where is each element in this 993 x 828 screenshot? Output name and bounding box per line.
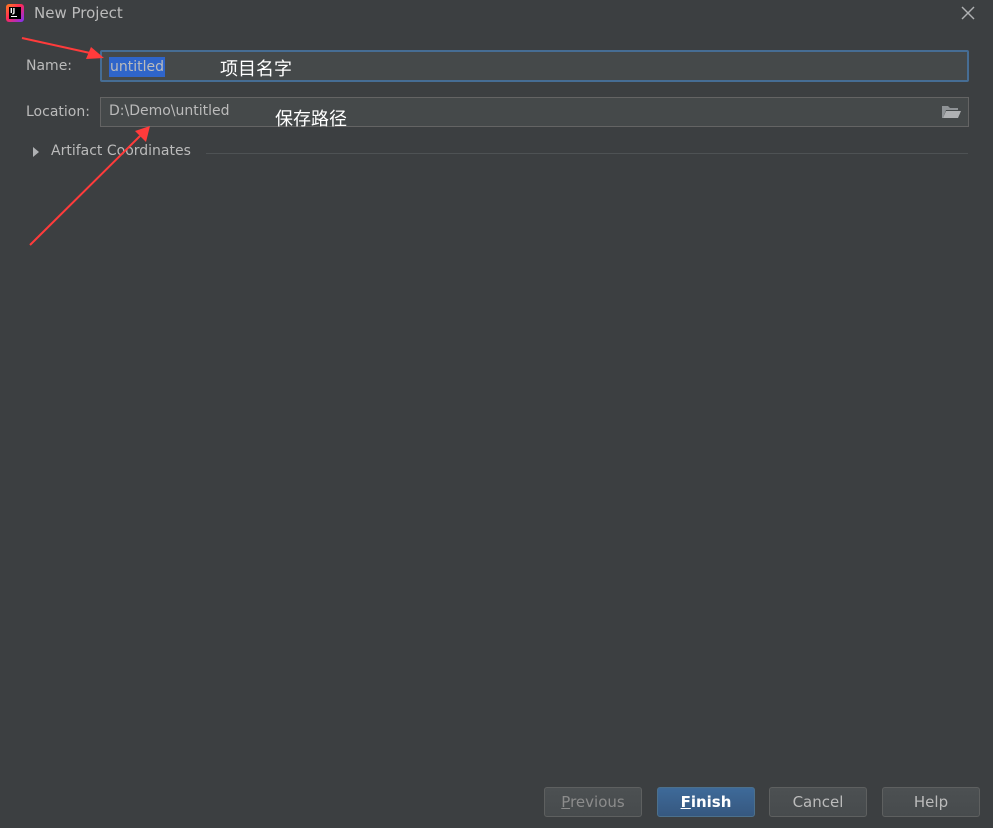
close-icon [961, 6, 975, 20]
close-button[interactable] [958, 3, 978, 23]
triangle-right-icon [33, 147, 39, 157]
browse-folder-button[interactable] [940, 103, 962, 121]
project-name-value: untitled [109, 57, 166, 77]
previous-button[interactable]: Previous [544, 787, 642, 817]
project-location-value: D:\Demo\untitled [109, 103, 230, 119]
intellij-idea-icon: IJ [6, 4, 24, 22]
help-button[interactable]: Help [882, 787, 980, 817]
section-divider [206, 153, 968, 154]
finish-mnemonic: F [680, 793, 691, 811]
finish-label: inish [690, 793, 732, 811]
artifact-coordinates-label: Artifact Coordinates [51, 143, 191, 159]
location-label: Location: [26, 104, 90, 120]
arrow-to-name-field [21, 37, 91, 54]
cancel-button[interactable]: Cancel [769, 787, 867, 817]
project-location-input[interactable]: D:\Demo\untitled [100, 97, 969, 127]
name-label: Name: [26, 58, 73, 74]
annotation-location-note: 保存路径 [275, 109, 347, 130]
finish-button[interactable]: Finish [657, 787, 755, 817]
new-project-dialog: IJ New Project Name: untitled Location: … [0, 0, 993, 828]
previous-label: revious [570, 793, 625, 811]
previous-mnemonic: P [561, 793, 571, 811]
folder-open-icon [942, 106, 961, 118]
window-title: New Project [34, 4, 123, 22]
arrow-to-location-field-head [135, 126, 150, 142]
title-bar: IJ New Project [0, 0, 993, 26]
annotation-name-note: 项目名字 [220, 59, 292, 80]
